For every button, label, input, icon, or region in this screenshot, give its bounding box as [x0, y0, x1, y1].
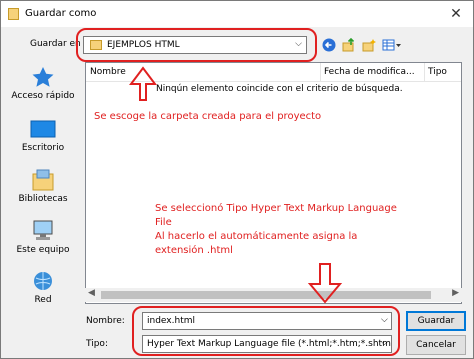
annotation-type-note: Se seleccionó Tipo Hyper Text Markup Lan…: [155, 202, 425, 258]
arrow-up-icon: [129, 66, 157, 101]
arrow-down-icon: [307, 263, 343, 304]
annotation-line: File: [155, 217, 172, 228]
annotation-line: Se seleccionó Tipo Hyper Text Markup Lan…: [155, 203, 397, 214]
annotation-folder-note: Se escoge la carpeta creada para el proy…: [94, 111, 322, 122]
annotation-line: extensión .html: [155, 245, 233, 256]
annotation-arrows: [129, 66, 343, 304]
annotation-line: Al hacerlo el automáticamente asigna la: [155, 231, 358, 242]
